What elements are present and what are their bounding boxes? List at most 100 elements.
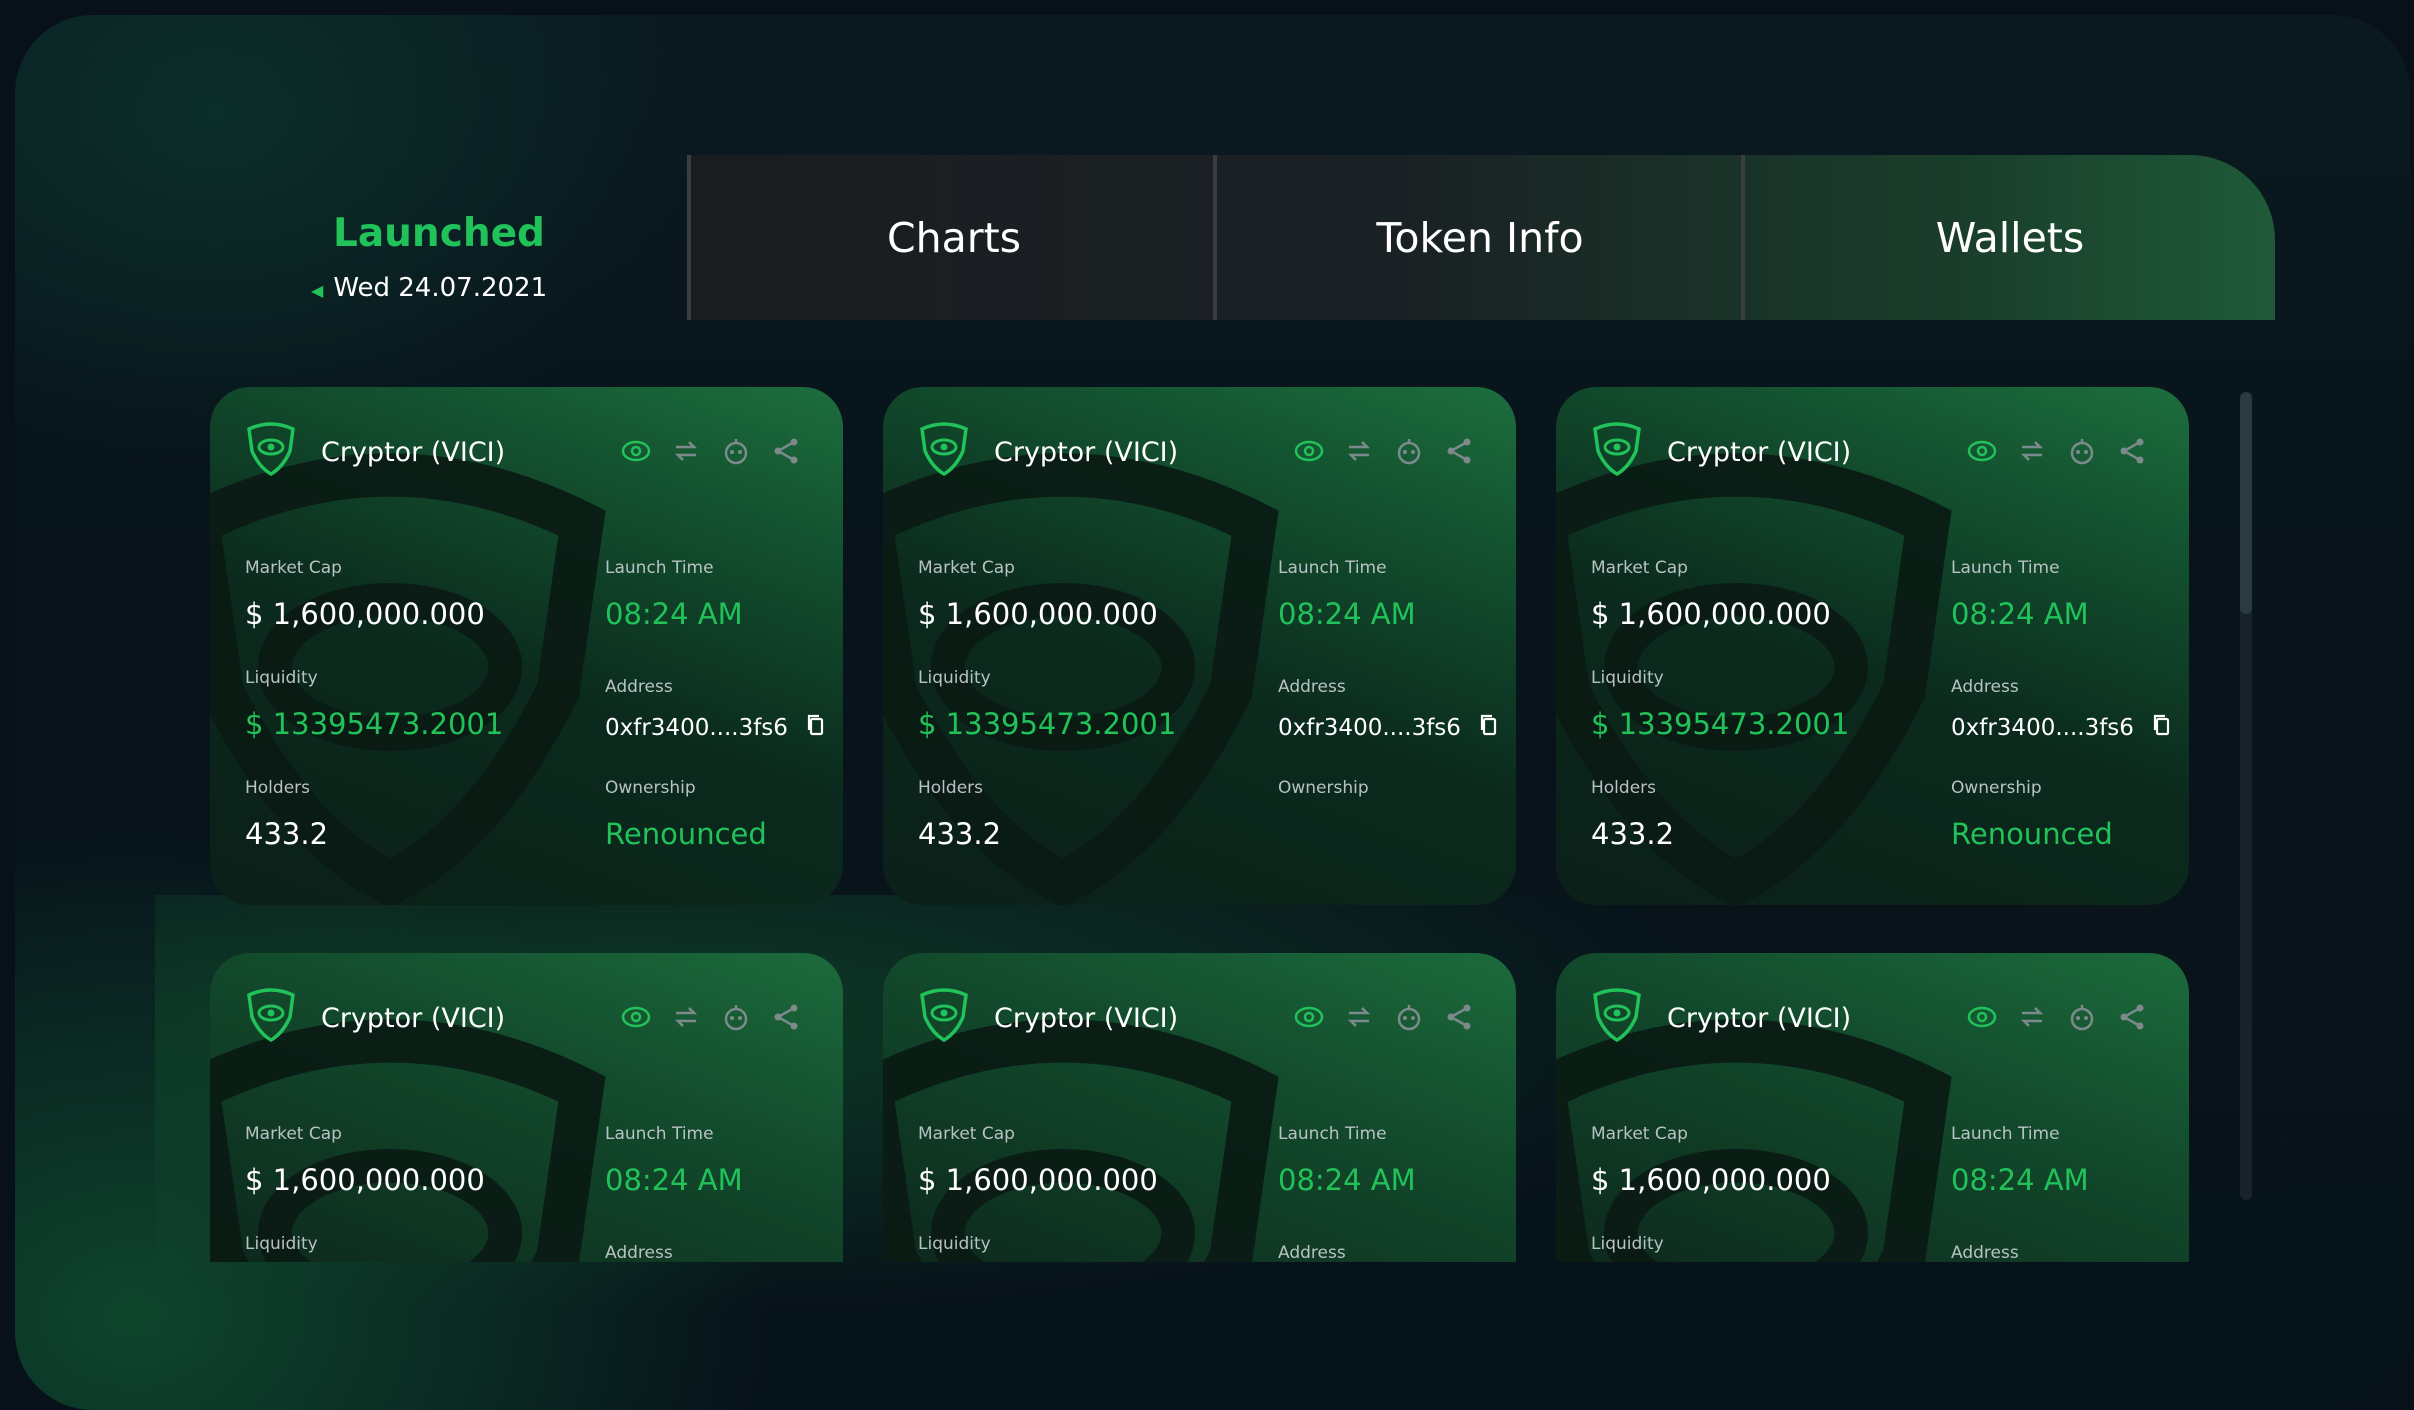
market-cap-label: Market Cap xyxy=(1591,558,1688,578)
ownership-value: Renounced xyxy=(1951,817,2113,851)
tab-token-info[interactable]: Token Info xyxy=(1213,155,1743,320)
token-name: Cryptor (VICI) xyxy=(321,437,506,468)
launch-time-label: Launch Time xyxy=(1951,1124,2060,1144)
scrollbar-thumb[interactable] xyxy=(2240,392,2252,614)
eye-icon[interactable] xyxy=(1293,1001,1325,1033)
shield-logo-icon xyxy=(247,988,295,1043)
card-actions xyxy=(1293,435,1475,467)
market-cap-label: Market Cap xyxy=(918,558,1015,578)
tab-charts[interactable]: Charts xyxy=(687,155,1217,320)
share-icon[interactable] xyxy=(2116,435,2148,467)
address-value: 0xfr3400....3fs6 xyxy=(1951,715,2134,741)
token-card[interactable]: Cryptor (VICI) Market Cap $ 1,600,000.00… xyxy=(1556,953,2189,1262)
launch-status-title: Launched xyxy=(333,211,545,256)
holders-value: 433.2 xyxy=(1591,817,1675,851)
liquidity-label: Liquidity xyxy=(245,1234,318,1254)
robot-icon[interactable] xyxy=(720,435,752,467)
launch-time-value: 08:24 AM xyxy=(1951,597,2089,631)
token-card[interactable]: Cryptor (VICI) Market Cap $ 1,600,000.00… xyxy=(883,953,1516,1262)
holders-label: Holders xyxy=(918,778,984,798)
eye-icon[interactable] xyxy=(1966,435,1998,467)
share-icon[interactable] xyxy=(2116,1001,2148,1033)
token-card-grid: Cryptor (VICI) Market Cap $ 1,600,000.00… xyxy=(210,387,2210,1262)
eye-icon[interactable] xyxy=(620,1001,652,1033)
token-name: Cryptor (VICI) xyxy=(1667,437,1852,468)
launch-date-text: Wed 24.07.2021 xyxy=(333,273,548,303)
share-icon[interactable] xyxy=(770,1001,802,1033)
robot-icon[interactable] xyxy=(720,1001,752,1033)
launch-time-value: 08:24 AM xyxy=(1278,1163,1416,1197)
market-cap-value: $ 1,600,000.000 xyxy=(1591,1163,1831,1197)
holders-value: 433.2 xyxy=(245,817,329,851)
eye-icon[interactable] xyxy=(1293,435,1325,467)
address-label: Address xyxy=(1951,677,2019,697)
token-card[interactable]: Cryptor (VICI) Market Cap $ 1,600,000.00… xyxy=(1556,387,2189,905)
launch-time-label: Launch Time xyxy=(1278,1124,1387,1144)
launch-date[interactable]: ◀ Wed 24.07.2021 xyxy=(311,273,547,303)
launch-time-label: Launch Time xyxy=(605,1124,714,1144)
address-value: 0xfr3400....3fs6 xyxy=(605,715,788,741)
liquidity-label: Liquidity xyxy=(918,668,991,688)
address-label: Address xyxy=(605,1243,673,1262)
shield-logo-icon xyxy=(247,422,295,477)
liquidity-value: $ 13395473.2001 xyxy=(918,707,1177,741)
holders-label: Holders xyxy=(245,778,311,798)
tab-label: Wallets xyxy=(1935,213,2085,262)
launch-time-value: 08:24 AM xyxy=(1278,597,1416,631)
tab-wallets[interactable]: Wallets xyxy=(1741,155,2275,320)
liquidity-label: Liquidity xyxy=(245,668,318,688)
card-actions xyxy=(1966,1001,2148,1033)
header: Launched ◀ Wed 24.07.2021 Charts Token In… xyxy=(215,155,2275,320)
shield-logo-icon xyxy=(1593,988,1641,1043)
swap-icon[interactable] xyxy=(2016,1001,2048,1033)
card-actions xyxy=(1966,435,2148,467)
robot-icon[interactable] xyxy=(1393,435,1425,467)
market-cap-label: Market Cap xyxy=(918,1124,1015,1144)
address-label: Address xyxy=(1278,677,1346,697)
eye-icon[interactable] xyxy=(620,435,652,467)
card-actions xyxy=(1293,1001,1475,1033)
tab-bar: Charts Token Info Wallets xyxy=(687,155,2275,320)
token-name: Cryptor (VICI) xyxy=(994,437,1179,468)
share-icon[interactable] xyxy=(770,435,802,467)
swap-icon[interactable] xyxy=(1343,435,1375,467)
token-card[interactable]: Cryptor (VICI) Market Cap $ 1,600,000.00… xyxy=(210,953,843,1262)
holders-value: 433.2 xyxy=(918,817,1002,851)
market-cap-value: $ 1,600,000.000 xyxy=(245,1163,485,1197)
copy-icon[interactable] xyxy=(804,713,828,743)
ownership-label: Ownership xyxy=(1951,778,2042,798)
copy-icon[interactable] xyxy=(2150,713,2174,743)
token-name: Cryptor (VICI) xyxy=(321,1003,506,1034)
shield-logo-icon xyxy=(920,422,968,477)
address-label: Address xyxy=(1951,1243,2019,1262)
shield-logo-icon xyxy=(920,988,968,1043)
liquidity-value: $ 13395473.2001 xyxy=(245,707,504,741)
share-icon[interactable] xyxy=(1443,435,1475,467)
launch-time-label: Launch Time xyxy=(605,558,714,578)
copy-icon[interactable] xyxy=(1477,713,1501,743)
robot-icon[interactable] xyxy=(1393,1001,1425,1033)
liquidity-label: Liquidity xyxy=(1591,1234,1664,1254)
ownership-label: Ownership xyxy=(605,778,696,798)
share-icon[interactable] xyxy=(1443,1001,1475,1033)
address-value: 0xfr3400....3fs6 xyxy=(1278,715,1461,741)
launch-time-value: 08:24 AM xyxy=(1951,1163,2089,1197)
token-card[interactable]: Cryptor (VICI) Market Cap $ 1,600,000.00… xyxy=(883,387,1516,905)
swap-icon[interactable] xyxy=(670,1001,702,1033)
robot-icon[interactable] xyxy=(2066,435,2098,467)
address-label: Address xyxy=(1278,1243,1346,1262)
liquidity-value: $ 13395473.2001 xyxy=(1591,707,1850,741)
launch-time-label: Launch Time xyxy=(1951,558,2060,578)
card-actions xyxy=(620,1001,802,1033)
swap-icon[interactable] xyxy=(1343,1001,1375,1033)
eye-icon[interactable] xyxy=(1966,1001,1998,1033)
token-card[interactable]: Cryptor (VICI) Market Cap $ 1,600,000.00… xyxy=(210,387,843,905)
market-cap-value: $ 1,600,000.000 xyxy=(1591,597,1831,631)
address-row: 0xfr3400....3fs6 xyxy=(1278,713,1501,743)
swap-icon[interactable] xyxy=(670,435,702,467)
swap-icon[interactable] xyxy=(2016,435,2048,467)
market-cap-value: $ 1,600,000.000 xyxy=(245,597,485,631)
robot-icon[interactable] xyxy=(2066,1001,2098,1033)
market-cap-value: $ 1,600,000.000 xyxy=(918,597,1158,631)
liquidity-label: Liquidity xyxy=(1591,668,1664,688)
